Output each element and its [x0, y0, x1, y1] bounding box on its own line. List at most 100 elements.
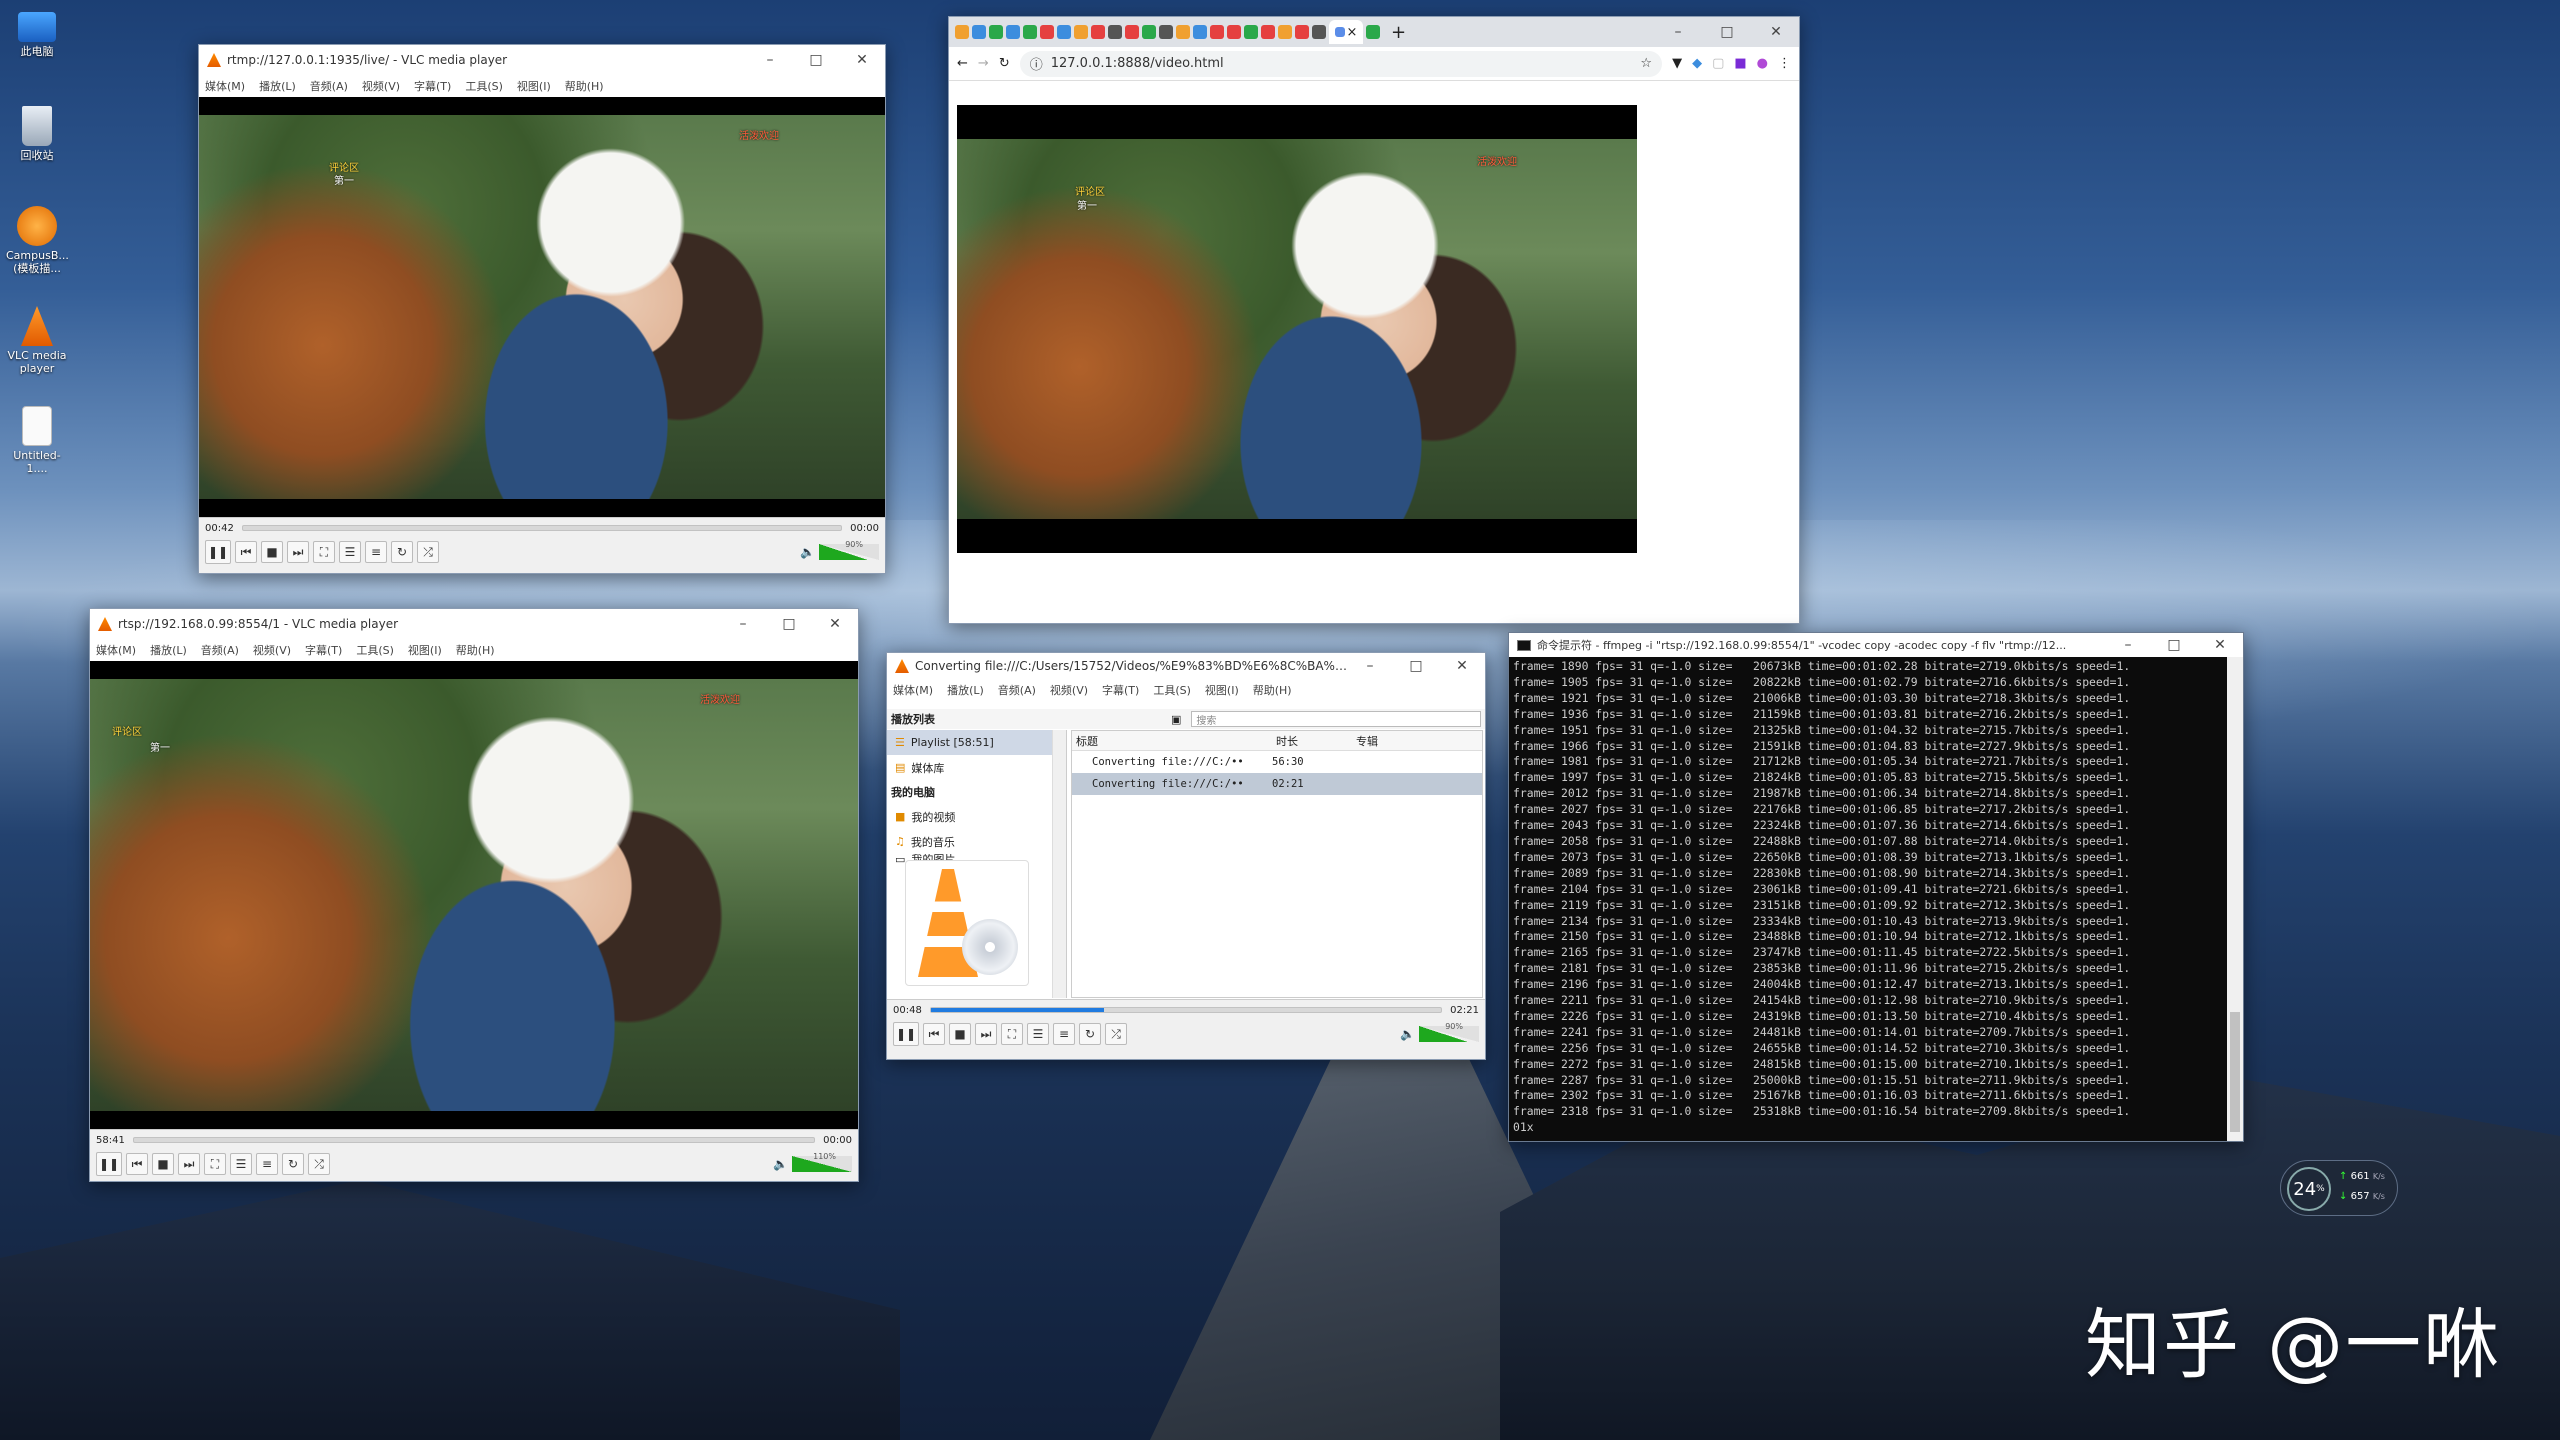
menu-audio[interactable]: 音频(A) — [201, 642, 239, 658]
menu-view[interactable]: 视图(I) — [517, 78, 551, 94]
tab-favicon[interactable] — [1295, 25, 1309, 39]
menu-kebab-icon[interactable]: ⋮ — [1778, 56, 1791, 71]
forward-icon[interactable]: → — [978, 56, 989, 71]
shuffle-button[interactable]: ⤮ — [308, 1153, 330, 1175]
back-icon[interactable]: ← — [957, 56, 968, 71]
vlc-window-rtmp[interactable]: rtmp://127.0.0.1:1935/live/ - VLC media … — [198, 44, 886, 574]
tab-favicon[interactable] — [1125, 25, 1139, 39]
menu-playback[interactable]: 播放(L) — [259, 78, 296, 94]
seek-slider[interactable] — [132, 1137, 816, 1143]
next-button[interactable]: ⏭ — [975, 1023, 997, 1045]
tab-favicon[interactable] — [1057, 25, 1071, 39]
html5-video[interactable]: 活泼欢迎 评论区 第一 — [957, 105, 1637, 553]
tab-favicon[interactable] — [989, 25, 1003, 39]
desktop-icon-vlc[interactable]: VLC media player — [6, 306, 68, 375]
maximize-button[interactable]: □ — [793, 45, 839, 75]
network-monitor-widget[interactable]: 24% ↑ 661 K/s ↓ 657 K/s — [2280, 1160, 2398, 1216]
loop-button[interactable]: ↻ — [391, 541, 413, 563]
menu-subtitle[interactable]: 字幕(T) — [1102, 682, 1139, 698]
scrollbar-thumb[interactable] — [2230, 1012, 2240, 1132]
new-tab-button[interactable]: + — [1391, 22, 1406, 43]
extension-icon[interactable]: ▼ — [1672, 56, 1682, 71]
next-button[interactable]: ⏭ — [287, 541, 309, 563]
menu-view[interactable]: 视图(I) — [408, 642, 442, 658]
cmd-window[interactable]: 命令提示符 - ffmpeg -i "rtsp://192.168.0.99:8… — [1508, 632, 2244, 1142]
sidebar-item-my-music[interactable]: ♫ 我的音乐 — [887, 829, 1066, 854]
tab-favicon[interactable] — [1142, 25, 1156, 39]
sidebar-item-playlist[interactable]: ☰ Playlist [58:51] — [887, 730, 1066, 755]
pause-button[interactable]: ❚❚ — [205, 540, 231, 564]
menu-audio[interactable]: 音频(A) — [310, 78, 348, 94]
info-icon[interactable]: ⓘ — [1030, 54, 1043, 73]
extended-settings-button[interactable]: ☰ — [1027, 1023, 1049, 1045]
menu-tools[interactable]: 工具(S) — [1153, 682, 1191, 698]
vlc-window-converting[interactable]: Converting file:///C:/Users/15752/Videos… — [886, 652, 1486, 1060]
search-input[interactable]: 搜索 — [1191, 711, 1481, 727]
tab-favicon[interactable] — [1159, 25, 1173, 39]
column-duration[interactable]: 时长 — [1276, 733, 1356, 749]
tab-favicon[interactable] — [1006, 25, 1020, 39]
desktop-icon-recycle-bin[interactable]: 回收站 — [6, 106, 68, 162]
tab-favicon[interactable] — [1312, 25, 1326, 39]
close-button[interactable]: ✕ — [1753, 17, 1799, 47]
tab-close-icon[interactable]: × — [1347, 25, 1358, 40]
speaker-icon[interactable]: 🔈 — [1400, 1027, 1415, 1041]
tab-favicon[interactable] — [1023, 25, 1037, 39]
video-area[interactable]: 活泼欢迎 评论区 第一 — [90, 661, 858, 1129]
tab-favicon[interactable] — [1040, 25, 1054, 39]
seek-slider[interactable] — [241, 525, 843, 531]
tab-favicon[interactable] — [1074, 25, 1088, 39]
menu-tools[interactable]: 工具(S) — [356, 642, 394, 658]
playlist-button[interactable]: ≡ — [1053, 1023, 1075, 1045]
menu-view[interactable]: 视图(I) — [1205, 682, 1239, 698]
minimize-button[interactable]: – — [2105, 633, 2151, 657]
speaker-icon[interactable]: 🔈 — [800, 545, 815, 559]
pause-button[interactable]: ❚❚ — [893, 1022, 919, 1046]
previous-button[interactable]: ⏮ — [126, 1153, 148, 1175]
fullscreen-button[interactable]: ⛶ — [313, 541, 335, 563]
seek-slider[interactable] — [929, 1007, 1443, 1013]
tab-favicon[interactable] — [972, 25, 986, 39]
active-tab[interactable]: × — [1329, 20, 1363, 44]
table-row-selected[interactable]: Converting file:///C:/•• 02:21 — [1072, 773, 1482, 795]
loop-button[interactable]: ↻ — [282, 1153, 304, 1175]
shuffle-button[interactable]: ⤮ — [417, 541, 439, 563]
volume-slider[interactable]: 110% — [792, 1152, 852, 1172]
chrome-window[interactable]: × + – □ ✕ ← → ↻ ⓘ 127.0.0.1:8888/video.h… — [948, 16, 1800, 624]
playlist-button[interactable]: ≡ — [365, 541, 387, 563]
menu-media[interactable]: 媒体(M) — [893, 682, 933, 698]
minimize-button[interactable]: – — [1655, 17, 1701, 47]
pause-button[interactable]: ❚❚ — [96, 1152, 122, 1176]
previous-button[interactable]: ⏮ — [923, 1023, 945, 1045]
menu-tools[interactable]: 工具(S) — [465, 78, 503, 94]
fullscreen-button[interactable]: ⛶ — [1001, 1023, 1023, 1045]
tab-favicon[interactable] — [1366, 25, 1380, 39]
close-button[interactable]: ✕ — [2197, 633, 2243, 657]
tab-favicon[interactable] — [1108, 25, 1122, 39]
menu-help[interactable]: 帮助(H) — [456, 642, 495, 658]
menu-media[interactable]: 媒体(M) — [96, 642, 136, 658]
tab-favicon[interactable] — [1278, 25, 1292, 39]
minimize-button[interactable]: – — [720, 609, 766, 639]
maximize-button[interactable]: □ — [2151, 633, 2197, 657]
console-scrollbar[interactable] — [2227, 657, 2243, 1141]
title-bar[interactable]: rtmp://127.0.0.1:1935/live/ - VLC media … — [199, 45, 885, 75]
close-button[interactable]: ✕ — [812, 609, 858, 639]
tab-favicon[interactable] — [1176, 25, 1190, 39]
playlist-view-icon[interactable]: ▣ — [1171, 713, 1181, 726]
menu-video[interactable]: 视频(V) — [253, 642, 291, 658]
bookmark-star-icon[interactable]: ☆ — [1640, 56, 1652, 71]
stop-button[interactable]: ■ — [152, 1153, 174, 1175]
address-bar[interactable]: ⓘ 127.0.0.1:8888/video.html ☆ — [1019, 50, 1663, 77]
extended-settings-button[interactable]: ☰ — [230, 1153, 252, 1175]
close-button[interactable]: ✕ — [1439, 653, 1485, 679]
extension-icon[interactable]: ▢ — [1712, 56, 1724, 71]
tab-favicon[interactable] — [1244, 25, 1258, 39]
stop-button[interactable]: ■ — [261, 541, 283, 563]
playlist-button[interactable]: ≡ — [256, 1153, 278, 1175]
title-bar[interactable]: 命令提示符 - ffmpeg -i "rtsp://192.168.0.99:8… — [1509, 633, 2243, 657]
console-output[interactable]: frame= 1890 fps= 31 q=-1.0 size= 20673kB… — [1509, 657, 2227, 1141]
sidebar-scrollbar[interactable] — [1052, 730, 1066, 998]
menu-video[interactable]: 视频(V) — [362, 78, 400, 94]
tab-favicon[interactable] — [955, 25, 969, 39]
